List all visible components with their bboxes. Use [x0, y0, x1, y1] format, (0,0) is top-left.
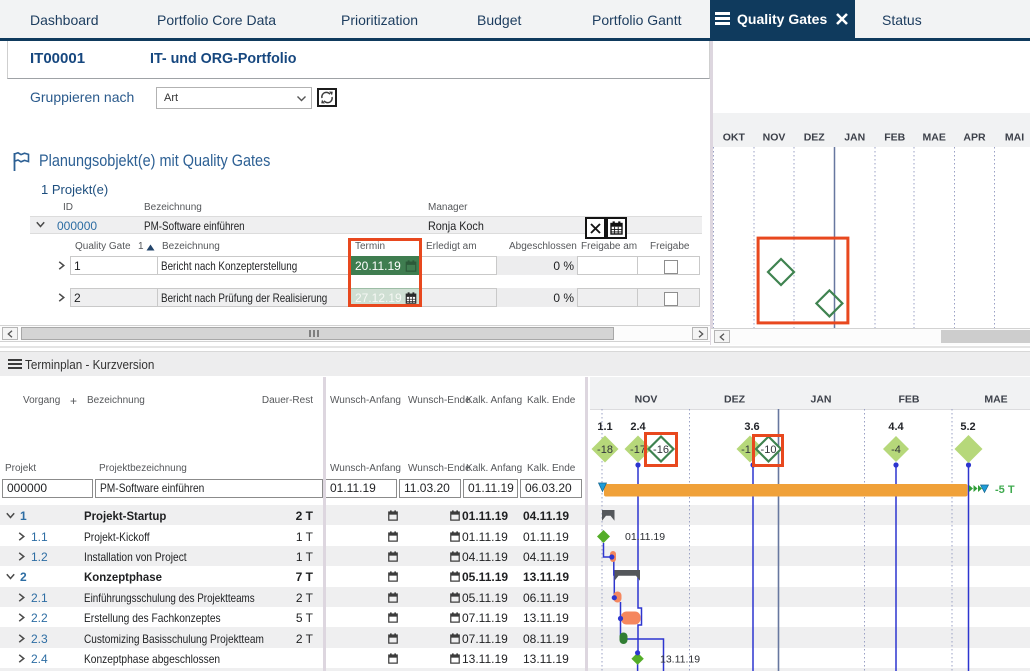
svg-text:-5 T: -5 T — [995, 484, 1015, 496]
svg-text:NOV: NOV — [635, 394, 658, 406]
svg-text:4.4: 4.4 — [888, 421, 904, 433]
svg-text:2.4: 2.4 — [630, 421, 646, 433]
svg-text:MAE: MAE — [923, 132, 946, 144]
svg-text:01.11.19: 01.11.19 — [625, 531, 665, 543]
svg-text:-1: -1 — [741, 444, 751, 456]
svg-text:FEB: FEB — [884, 132, 905, 144]
svg-text:-18: -18 — [597, 444, 613, 456]
svg-text:JAN: JAN — [844, 132, 865, 144]
svg-text:5.2: 5.2 — [960, 421, 975, 433]
svg-text:1.1: 1.1 — [597, 421, 612, 433]
svg-text:FEB: FEB — [899, 394, 920, 406]
svg-text:-10: -10 — [761, 444, 777, 456]
svg-text:3.6: 3.6 — [744, 421, 759, 433]
svg-text:MAI: MAI — [1005, 132, 1024, 144]
svg-text:JAN: JAN — [810, 394, 831, 406]
svg-text:-17: -17 — [630, 444, 646, 456]
svg-text:13.11.19: 13.11.19 — [660, 654, 700, 666]
svg-text:APR: APR — [963, 132, 986, 144]
svg-text:-16: -16 — [653, 444, 669, 456]
svg-text:MAE: MAE — [984, 394, 1007, 406]
svg-text:NOV: NOV — [763, 132, 786, 144]
svg-text:OKT: OKT — [723, 132, 746, 144]
svg-text:DEZ: DEZ — [804, 132, 826, 144]
svg-text:-4: -4 — [891, 444, 901, 456]
svg-text:DEZ: DEZ — [724, 394, 746, 406]
